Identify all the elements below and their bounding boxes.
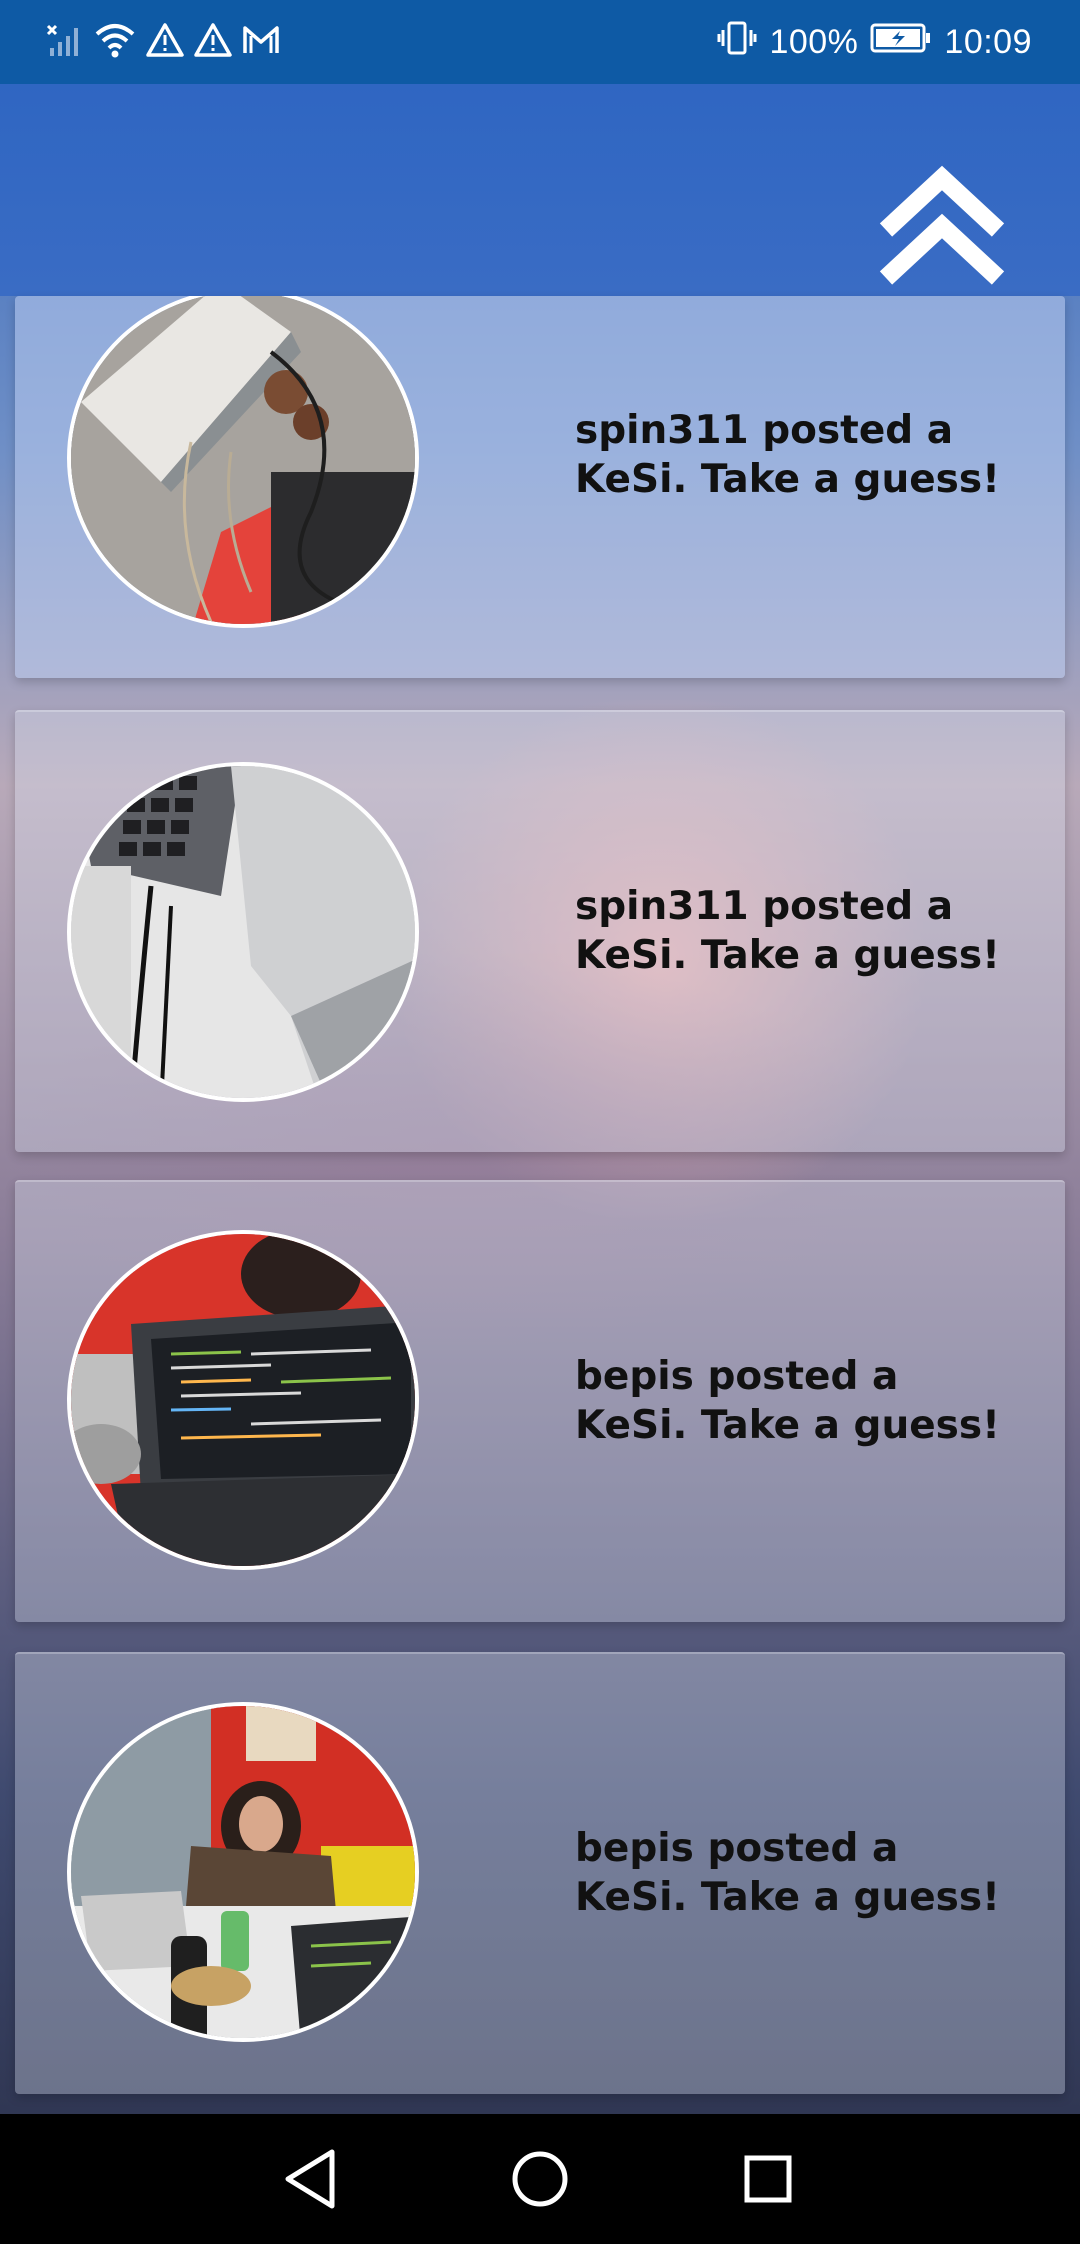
recents-icon <box>728 2155 808 2218</box>
post-thumbnail <box>67 296 419 628</box>
no-sim-signal-icon <box>44 20 84 64</box>
system-navigation-bar <box>0 2114 1080 2244</box>
recents-button[interactable] <box>728 2144 808 2214</box>
home-icon <box>500 2151 580 2218</box>
battery-charging-icon <box>870 22 932 63</box>
scroll-to-top-button[interactable] <box>872 160 1012 290</box>
warning-icon <box>146 22 184 62</box>
status-left-icons <box>44 20 280 64</box>
vibrate-icon <box>717 20 757 65</box>
back-button[interactable] <box>270 2144 350 2214</box>
post-text: spin311 posted a KeSi. Take a guess! <box>575 408 1000 502</box>
post-card[interactable]: spin311 posted a KeSi. Take a guess! <box>15 710 1065 1152</box>
post-text: bepis posted a KeSi. Take a guess! <box>575 1826 1000 1920</box>
double-chevron-up-icon <box>872 165 1012 294</box>
wifi-icon <box>94 20 136 64</box>
back-icon <box>270 2149 350 2218</box>
warning-icon <box>194 22 232 62</box>
post-text: spin311 posted a KeSi. Take a guess! <box>575 884 1000 978</box>
post-text: bepis posted a KeSi. Take a guess! <box>575 1354 1000 1448</box>
post-card[interactable]: spin311 posted a KeSi. Take a guess! <box>15 296 1065 678</box>
clock-time: 10:09 <box>944 22 1032 61</box>
home-button[interactable] <box>500 2144 580 2214</box>
post-card[interactable]: bepis posted a KeSi. Take a guess! <box>15 1652 1065 2094</box>
gmail-icon <box>242 24 280 60</box>
status-bar: 100% 10:09 <box>0 0 1080 84</box>
status-right: 100% 10:09 <box>717 18 1032 66</box>
post-thumbnail <box>67 1702 419 2042</box>
post-thumbnail <box>67 762 419 1102</box>
screen: 100% 10:09 spin311 posted a KeSi. Take a… <box>0 0 1080 2244</box>
post-thumbnail <box>67 1230 419 1570</box>
battery-percent: 100% <box>769 22 859 61</box>
post-card[interactable]: bepis posted a KeSi. Take a guess! <box>15 1180 1065 1622</box>
